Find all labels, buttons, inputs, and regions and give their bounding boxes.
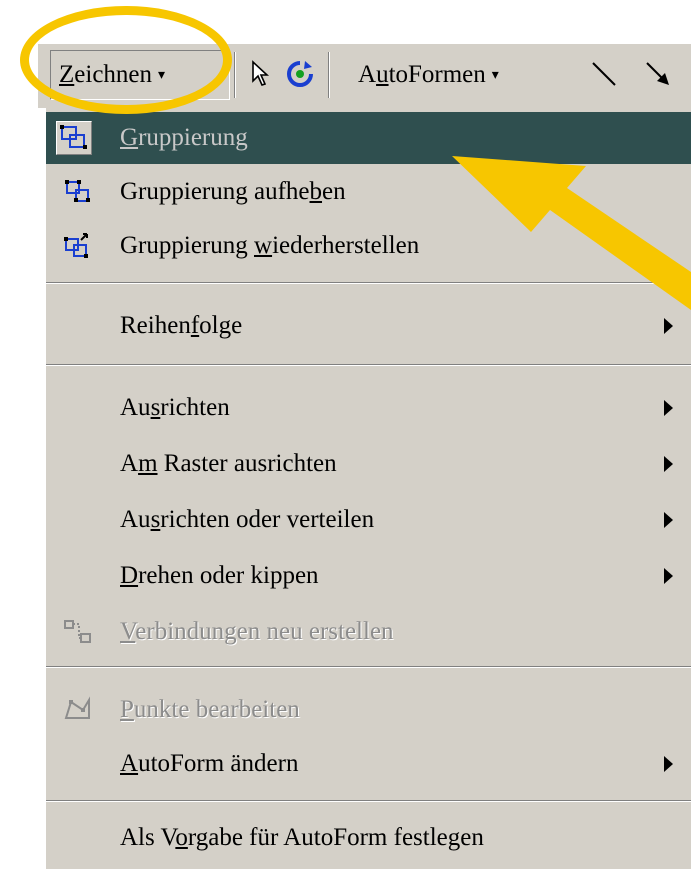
highlight-arrow-annotation bbox=[452, 156, 691, 310]
